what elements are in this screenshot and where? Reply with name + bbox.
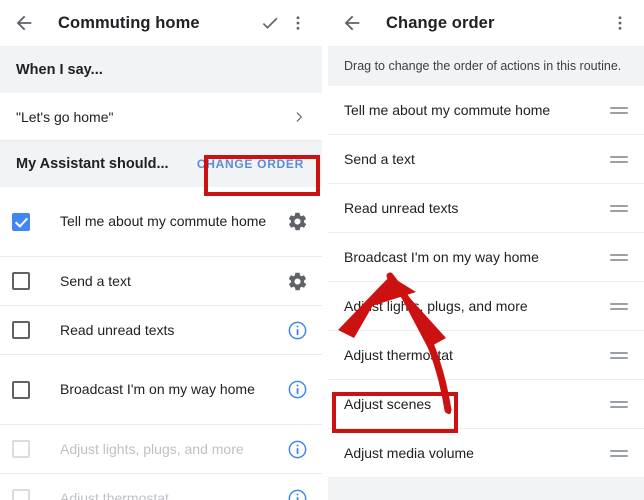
reorder-row[interactable]: Tell me about my commute home (328, 86, 644, 135)
more-vertical-icon[interactable] (606, 9, 634, 37)
more-vertical-icon[interactable] (284, 9, 312, 37)
screenshot-root: Commuting home When I say... "Let's go h… (0, 0, 644, 500)
back-icon[interactable] (10, 9, 38, 37)
action-row[interactable]: Read unread texts (0, 306, 322, 355)
drag-handle-icon[interactable] (610, 251, 628, 263)
trigger-phrase-row[interactable]: "Let's go home" (0, 93, 322, 141)
reorder-label: Tell me about my commute home (344, 102, 551, 118)
action-checkbox[interactable] (12, 212, 30, 231)
info-icon[interactable] (286, 438, 308, 460)
action-label: Adjust thermostat (60, 489, 169, 500)
reorder-label: Read unread texts (344, 200, 459, 216)
info-icon[interactable] (286, 487, 308, 500)
routine-detail-panel: Commuting home When I say... "Let's go h… (0, 0, 322, 500)
reorder-label: Adjust thermostat (344, 347, 453, 363)
change-order-button[interactable]: CHANGE ORDER (195, 153, 306, 175)
action-row[interactable]: Send a text (0, 257, 322, 306)
action-label: Read unread texts (60, 321, 175, 338)
action-list: Tell me about my commute home Send a text… (0, 187, 322, 500)
reorder-row[interactable]: Adjust thermostat (328, 331, 644, 380)
trigger-phrase-text: "Let's go home" (16, 108, 114, 125)
action-label: Tell me about my commute home (60, 213, 267, 229)
reorder-row[interactable]: Adjust scenes (328, 380, 644, 429)
when-i-say-section-header: When I say... (0, 46, 322, 93)
action-label: Broadcast I'm on my way home (60, 381, 255, 397)
assistant-should-label: My Assistant should... (16, 156, 169, 172)
reorder-row[interactable]: Send a text (328, 135, 644, 184)
action-label: Send a text (60, 272, 131, 289)
drag-hint-strip: Drag to change the order of actions in t… (328, 46, 644, 86)
reorder-row[interactable]: Adjust media volume (328, 429, 644, 478)
reorder-row[interactable]: Read unread texts (328, 184, 644, 233)
drag-hint-text: Drag to change the order of actions in t… (344, 59, 622, 73)
check-icon[interactable] (256, 9, 284, 37)
drag-handle-icon[interactable] (610, 300, 628, 312)
reorder-list: Tell me about my commute home Send a text… (328, 86, 644, 478)
change-order-panel: Change order Drag to change the order of… (328, 0, 644, 500)
action-checkbox[interactable] (12, 321, 30, 339)
when-i-say-label: When I say... (16, 61, 103, 78)
action-checkbox[interactable] (12, 380, 30, 399)
drag-handle-icon[interactable] (610, 349, 628, 361)
reorder-row[interactable]: Adjust lights, plugs, and more (328, 282, 644, 331)
reorder-label: Adjust media volume (344, 445, 474, 461)
left-appbar: Commuting home (0, 0, 322, 46)
action-label: Adjust lights, plugs, and more (60, 440, 244, 457)
drag-handle-icon[interactable] (610, 202, 628, 214)
gear-icon[interactable] (286, 270, 308, 292)
back-icon[interactable] (338, 9, 366, 37)
drag-handle-icon[interactable] (610, 398, 628, 410)
right-page-title: Change order (386, 13, 495, 32)
bottom-strip (328, 478, 644, 500)
right-appbar: Change order (328, 0, 644, 46)
assistant-should-section-header: My Assistant should... CHANGE ORDER (0, 141, 322, 187)
action-checkbox[interactable] (12, 272, 30, 290)
info-icon[interactable] (286, 319, 308, 341)
reorder-label: Adjust scenes (344, 396, 432, 412)
reorder-label: Adjust lights, plugs, and more (344, 298, 528, 314)
action-checkbox[interactable] (12, 440, 30, 458)
drag-handle-icon[interactable] (610, 447, 628, 459)
gear-icon[interactable] (286, 211, 308, 233)
action-row[interactable]: Adjust lights, plugs, and more (0, 425, 322, 474)
left-page-title: Commuting home (58, 13, 200, 32)
action-row[interactable]: Tell me about my commute home (0, 187, 322, 257)
chevron-right-icon (292, 110, 306, 124)
drag-handle-icon[interactable] (610, 153, 628, 165)
action-row[interactable]: Broadcast I'm on my way home (0, 355, 322, 425)
action-checkbox[interactable] (12, 489, 30, 500)
info-icon[interactable] (286, 379, 308, 401)
action-row[interactable]: Adjust thermostat (0, 474, 322, 500)
reorder-label: Broadcast I'm on my way home (344, 249, 539, 265)
reorder-row[interactable]: Broadcast I'm on my way home (328, 233, 644, 282)
drag-handle-icon[interactable] (610, 104, 628, 116)
reorder-label: Send a text (344, 151, 415, 167)
